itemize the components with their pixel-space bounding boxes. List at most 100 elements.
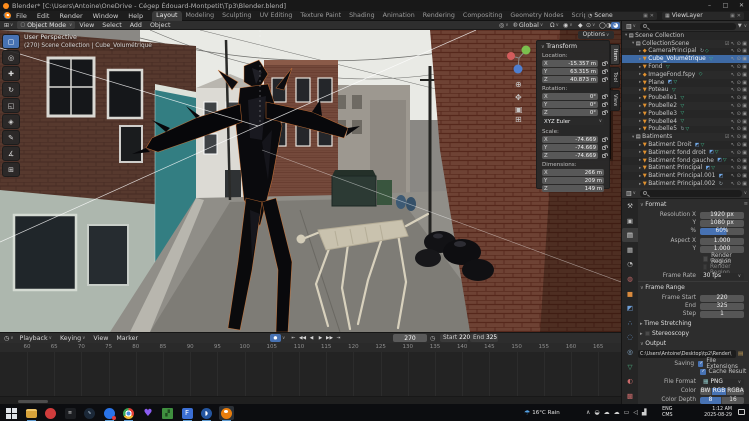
resolution-percent-slider[interactable]: 60%	[700, 228, 744, 235]
workspace-tab-layout[interactable]: Layout	[152, 11, 181, 21]
render-toggle-icon[interactable]: ▣	[742, 119, 747, 125]
render-toggle-icon[interactable]: ▣	[742, 87, 747, 93]
select-toggle-icon[interactable]: ↖	[731, 158, 735, 164]
workspace-tab-animation[interactable]: Animation	[379, 11, 419, 21]
hide-toggle-icon[interactable]: ⊙	[737, 165, 741, 171]
lock-scale-z-icon[interactable]	[602, 154, 606, 158]
aspect-y-field[interactable]: 1.000	[700, 246, 744, 253]
axis-z-handle[interactable]	[514, 65, 523, 74]
scale-x-field[interactable]: X-74.669	[542, 136, 598, 143]
weather-widget[interactable]: ☂ 16°C Rain	[524, 409, 560, 417]
minimize-button[interactable]: –	[702, 0, 717, 11]
lock-rotation-x-icon[interactable]	[602, 95, 606, 99]
current-frame-field[interactable]: 270	[393, 334, 427, 342]
workspace-tab-rendering[interactable]: Rendering	[419, 11, 459, 21]
select-toggle-icon[interactable]: ↖	[731, 72, 735, 78]
select-toggle-icon[interactable]: ↖	[731, 181, 735, 187]
render-toggle-icon[interactable]: ▣	[742, 103, 747, 109]
render-toggle-icon[interactable]: ▣	[742, 181, 747, 187]
tray-volume-icon[interactable]: ◁	[633, 409, 638, 416]
tool-cursor[interactable]: ◎	[2, 50, 20, 65]
taskbar-app-chrome[interactable]	[121, 406, 136, 420]
lock-rotation-z-icon[interactable]	[602, 111, 606, 115]
select-toggle-icon[interactable]: ↖	[731, 64, 735, 70]
outliner-row-poubelle1[interactable]: ▸▼Poubelle1▽↖⊙▣	[622, 94, 749, 102]
workspace-tab-modeling[interactable]: Modeling	[182, 11, 219, 21]
select-toggle-icon[interactable]: ↖	[731, 150, 735, 156]
outliner-row-scene-collection[interactable]: ▾▤Scene Collection	[622, 32, 749, 40]
hide-toggle-icon[interactable]: ⊙	[737, 48, 741, 54]
disclosure-icon[interactable]: ▸	[639, 158, 641, 163]
tray-security-icon[interactable]: ◒	[594, 409, 599, 416]
disclosure-icon[interactable]: ▸	[639, 88, 641, 93]
cache-result-checkbox[interactable]	[700, 369, 706, 375]
render-toggle-icon[interactable]: ▣	[742, 56, 747, 62]
properties-tab-render[interactable]: ▣	[622, 214, 638, 228]
time-stretching-panel-header[interactable]: ▸ Time Stretching	[640, 320, 692, 327]
properties-tab-modifiers[interactable]: ◩	[622, 301, 638, 315]
timeline-ruler[interactable]: 6065707580859095100105110115120125130135…	[0, 343, 621, 352]
outliner-row-batiment-fond-droit[interactable]: ▸▼Batiment fond droit◩▽↖⊙▣	[622, 149, 749, 157]
render-toggle-icon[interactable]: ▣	[742, 111, 747, 117]
properties-tab-view-layer[interactable]: ▦	[622, 243, 638, 257]
color-rgb-button[interactable]: RGB	[712, 388, 727, 395]
play-reverse-button[interactable]: ◀	[307, 334, 316, 342]
tool-rotate[interactable]: ↻	[2, 82, 20, 97]
outliner-row-batiment-principal-001[interactable]: ▸▼Batiment Principal.001◩↖⊙▣	[622, 172, 749, 180]
output-path-field[interactable]: C:\Users\Antoine\Desktop\tp2\Render\	[638, 350, 736, 358]
timeline-menu-view[interactable]: View	[89, 335, 112, 342]
resolution-y-field[interactable]: 1080 px	[700, 220, 744, 227]
disclosure-icon[interactable]: ▸	[639, 119, 641, 124]
render-toggle-icon[interactable]: ▣	[742, 126, 747, 132]
menu-window[interactable]: Window	[88, 11, 124, 21]
view-layer-new-icon[interactable]: ▣	[730, 13, 735, 19]
menu-file[interactable]: File	[11, 11, 32, 21]
tool-scale[interactable]: ◱	[2, 98, 20, 113]
tool-move[interactable]: ✚	[2, 66, 20, 81]
outliner-row-poubelle4[interactable]: ▸▼Poubelle4▽↖⊙▣	[622, 118, 749, 126]
outliner-row-fond[interactable]: ▸▼Fond▽↖⊙▣	[622, 63, 749, 71]
viewport-menu-select[interactable]: Select	[98, 22, 125, 29]
render-toggle-icon[interactable]: ▣	[742, 158, 747, 164]
outliner-row-cameraprincipal[interactable]: ▸◆CameraPrincipal↻◇↖⊙▣	[622, 48, 749, 56]
hide-toggle-icon[interactable]: ⊙	[737, 142, 741, 148]
menu-help[interactable]: Help	[123, 11, 148, 21]
render-toggle-icon[interactable]: ▣	[742, 165, 747, 171]
resolution-x-field[interactable]: 1920 px	[700, 212, 744, 219]
jump-to-next-keyframe-button[interactable]: ▶▶	[325, 334, 334, 342]
render-toggle-icon[interactable]: ▣	[742, 48, 747, 54]
rotation-z-field[interactable]: Z0°	[542, 109, 598, 116]
timeline-editor-type-icon[interactable]: ◷	[2, 335, 16, 342]
outliner-row-imagefond-fspy[interactable]: ▸◆ImageFond.fspy◇↖⊙▣	[622, 71, 749, 79]
blender-logo-icon[interactable]	[3, 12, 11, 20]
format-panel-header[interactable]: ∨ Format	[640, 201, 666, 208]
tool-annotate[interactable]: ✎	[2, 130, 20, 145]
depth-16-button[interactable]: 16	[722, 397, 744, 404]
taskbar-app-file-explorer[interactable]	[24, 406, 39, 420]
lock-location-y-icon[interactable]	[602, 70, 606, 74]
properties-tab-constraints[interactable]: ◎	[622, 345, 638, 359]
render-region-checkbox[interactable]	[703, 256, 708, 262]
frame-start-button[interactable]: Start220	[440, 334, 468, 342]
outliner-row-batiment-principal-002[interactable]: ▸▼Batiment Principal.002↻↖⊙▣	[622, 180, 749, 188]
select-toggle-icon[interactable]: ↖	[731, 95, 735, 101]
output-panel-header[interactable]: ∨ Output	[640, 340, 666, 347]
hide-toggle-icon[interactable]: ⊙	[737, 119, 741, 125]
tray-network-icon[interactable]: ▟	[642, 409, 647, 416]
view-layer-selector[interactable]: ▦ ViewLayer ▣ ✕	[662, 12, 744, 20]
file-extensions-checkbox[interactable]	[698, 361, 703, 367]
rotation-x-field[interactable]: X0°	[542, 93, 598, 100]
camera-view-icon[interactable]: ▣	[515, 105, 523, 114]
timeline-menu-marker[interactable]: Marker	[112, 335, 142, 342]
properties-tab-tool[interactable]: ⚒	[622, 199, 638, 213]
workspace-tab-geometry-nodes[interactable]: Geometry Nodes	[506, 11, 567, 21]
playback-sync-icon[interactable]: ◷	[430, 335, 435, 342]
render-toggle-icon[interactable]: ▣	[742, 95, 747, 101]
taskbar-clock[interactable]: 1:12 AM2025-08-29	[686, 407, 732, 419]
pan-hand-icon[interactable]: ✥	[515, 93, 522, 102]
tray-cloud-icon[interactable]: ☁	[614, 409, 620, 416]
select-toggle-icon[interactable]: ↖	[731, 142, 735, 148]
hide-toggle-icon[interactable]: ⊙	[737, 56, 741, 62]
outliner-row-cube-volum-trique[interactable]: ▸▼Cube_Volumétrique▽↖⊙▣	[622, 55, 749, 63]
axis-x-handle[interactable]	[507, 52, 515, 60]
